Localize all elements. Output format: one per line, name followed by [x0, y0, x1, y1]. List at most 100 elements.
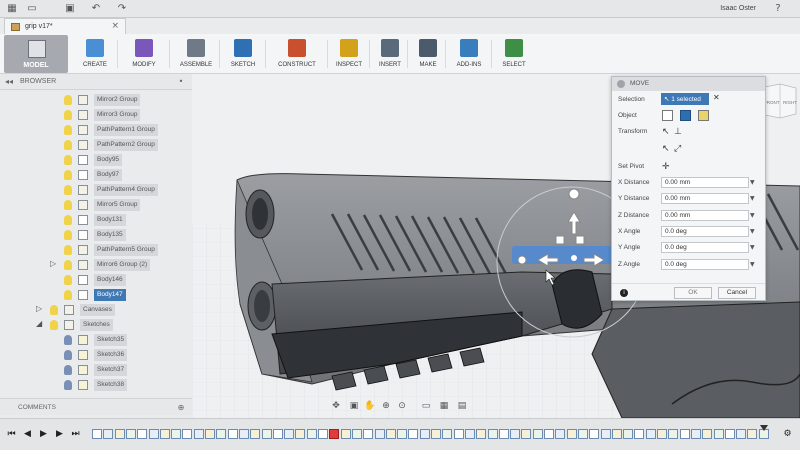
look-at-icon[interactable]: ▣: [348, 400, 360, 412]
timeline-feature-icon[interactable]: [295, 429, 306, 439]
timeline-feature-icon[interactable]: [724, 429, 735, 439]
timeline-feature-icon[interactable]: [216, 429, 227, 439]
timeline-feature-icon[interactable]: [566, 429, 577, 439]
timeline-feature-icon[interactable]: [690, 429, 701, 439]
move-dialog-header[interactable]: MOVE: [612, 77, 765, 91]
timeline-feature-icon[interactable]: [736, 429, 747, 439]
toolbar-select-button[interactable]: SELECT: [494, 36, 534, 72]
visibility-bulb-icon[interactable]: [50, 305, 58, 315]
timeline-feature-icon[interactable]: [657, 429, 667, 439]
visibility-bulb-icon[interactable]: [64, 170, 72, 180]
free-move-icon[interactable]: ↖: [662, 126, 673, 137]
timeline-feature-icon[interactable]: [589, 429, 600, 439]
timeline-feature-icon[interactable]: [284, 429, 295, 439]
timeline-feature-icon[interactable]: [103, 429, 114, 439]
timeline-feature-icon[interactable]: [385, 429, 396, 439]
comments-add-icon[interactable]: ⊕: [176, 402, 186, 413]
field-z-distance-input[interactable]: 0.00 mm: [661, 210, 749, 221]
orbit-icon[interactable]: ✥: [330, 400, 342, 412]
document-tab[interactable]: grip v17* ×: [4, 18, 126, 34]
rotate-handle-top[interactable]: [568, 188, 580, 200]
save-icon[interactable]: ▣: [64, 3, 76, 15]
expand-arrow-icon[interactable]: ▷: [36, 304, 46, 313]
field-z-angle-input[interactable]: 0.0 deg: [661, 259, 749, 270]
faces-option-icon[interactable]: [698, 110, 709, 121]
cancel-button[interactable]: Cancel: [718, 287, 756, 299]
user-menu[interactable]: Isaac Oster: [720, 5, 756, 12]
info-icon[interactable]: i: [620, 289, 628, 297]
timeline-feature-icon[interactable]: [171, 429, 182, 439]
display-settings-icon[interactable]: ▭: [420, 400, 432, 412]
visibility-bulb-icon[interactable]: [64, 290, 72, 300]
pan-icon[interactable]: ✋: [364, 400, 376, 412]
timeline-feature-icon[interactable]: [510, 429, 521, 439]
timeline-feature-icon[interactable]: [340, 429, 351, 439]
field-dropdown-icon[interactable]: ▼: [750, 195, 755, 202]
timeline-feature-icon[interactable]: [227, 429, 238, 439]
timeline-feature-icon[interactable]: [679, 429, 690, 439]
timeline-feature-icon[interactable]: [464, 429, 475, 439]
fit-icon[interactable]: ⊙: [396, 400, 408, 412]
timeline-feature-icon[interactable]: [747, 429, 758, 439]
timeline-feature-icon[interactable]: [92, 429, 102, 439]
timeline-feature-icon[interactable]: [408, 429, 419, 439]
view-cube-front[interactable]: FRONT: [764, 100, 780, 105]
timeline-feature-icon[interactable]: [544, 429, 554, 439]
timeline-feature-icon[interactable]: [419, 429, 430, 439]
selection-chip[interactable]: ↖ 1 selected: [661, 93, 709, 105]
toolbar-assemble-button[interactable]: ASSEMBLE: [172, 36, 220, 72]
browser-header[interactable]: ◂◂ BROWSER •: [0, 74, 192, 90]
visibility-bulb-icon[interactable]: [64, 110, 72, 120]
rotate-icon[interactable]: ⤢: [674, 143, 685, 154]
field-x-angle-input[interactable]: 0.0 deg: [661, 226, 749, 237]
visibility-bulb-icon[interactable]: [64, 185, 72, 195]
timeline-feature-icon[interactable]: [702, 429, 713, 439]
app-grid-icon[interactable]: ▦: [6, 3, 18, 15]
timeline-feature-icon[interactable]: [351, 429, 362, 439]
visibility-bulb-icon[interactable]: [64, 230, 72, 240]
visibility-bulb-icon[interactable]: [64, 200, 72, 210]
visibility-bulb-icon[interactable]: [64, 275, 72, 285]
play-icon[interactable]: ▶: [38, 428, 49, 440]
timeline-feature-icon[interactable]: [250, 429, 261, 439]
timeline-feature-icon[interactable]: [205, 429, 215, 439]
timeline-feature-icon[interactable]: [611, 429, 622, 439]
timeline-feature-icon[interactable]: [600, 429, 611, 439]
timeline-settings-icon[interactable]: ⚙: [782, 428, 793, 440]
ok-button[interactable]: OK: [674, 287, 712, 299]
components-option-icon[interactable]: [680, 110, 691, 121]
panel-menu-icon[interactable]: •: [176, 76, 186, 87]
timeline-marker-icon[interactable]: [760, 425, 768, 431]
collapse-panel-icon[interactable]: ◂◂: [4, 76, 14, 87]
timeline-feature-icon[interactable]: [148, 429, 159, 439]
timeline-feature-icon[interactable]: [453, 429, 464, 439]
toolbar-sketch-button[interactable]: SKETCH: [222, 36, 264, 72]
zoom-icon[interactable]: ⊕: [380, 400, 392, 412]
field-y-distance-input[interactable]: 0.00 mm: [661, 193, 749, 204]
expand-arrow-icon[interactable]: ◢: [36, 319, 46, 328]
view-cube-right[interactable]: RIGHT: [783, 100, 797, 105]
redo-icon[interactable]: ↷: [116, 3, 128, 15]
visibility-bulb-icon[interactable]: [50, 320, 58, 330]
visibility-bulb-icon[interactable]: [64, 215, 72, 225]
timeline-feature-icon[interactable]: [645, 429, 656, 439]
go-to-start-icon[interactable]: ⏮: [6, 428, 17, 440]
field-dropdown-icon[interactable]: ▼: [750, 179, 755, 186]
visibility-bulb-icon[interactable]: [64, 380, 72, 390]
visibility-bulb-icon[interactable]: [64, 95, 72, 105]
expand-arrow-icon[interactable]: ▷: [50, 259, 60, 268]
timeline-feature-icon[interactable]: [498, 429, 509, 439]
timeline-feature-icon[interactable]: [487, 429, 498, 439]
grid-settings-icon[interactable]: ▤: [456, 400, 468, 412]
timeline-feature-icon[interactable]: [521, 429, 532, 439]
timeline-feature-icon[interactable]: [634, 429, 645, 439]
timeline-feature-icon[interactable]: [125, 429, 136, 439]
timeline-feature-icon[interactable]: [159, 429, 170, 439]
toolbar-make-button[interactable]: MAKE: [410, 36, 446, 72]
timeline-feature-icon[interactable]: [363, 429, 374, 439]
timeline-feature-icon[interactable]: [306, 429, 317, 439]
dialog-collapse-icon[interactable]: [617, 80, 625, 88]
visibility-bulb-icon[interactable]: [64, 365, 72, 375]
set-pivot-icon[interactable]: ✛: [662, 161, 673, 172]
timeline-feature-icon[interactable]: [238, 429, 249, 439]
